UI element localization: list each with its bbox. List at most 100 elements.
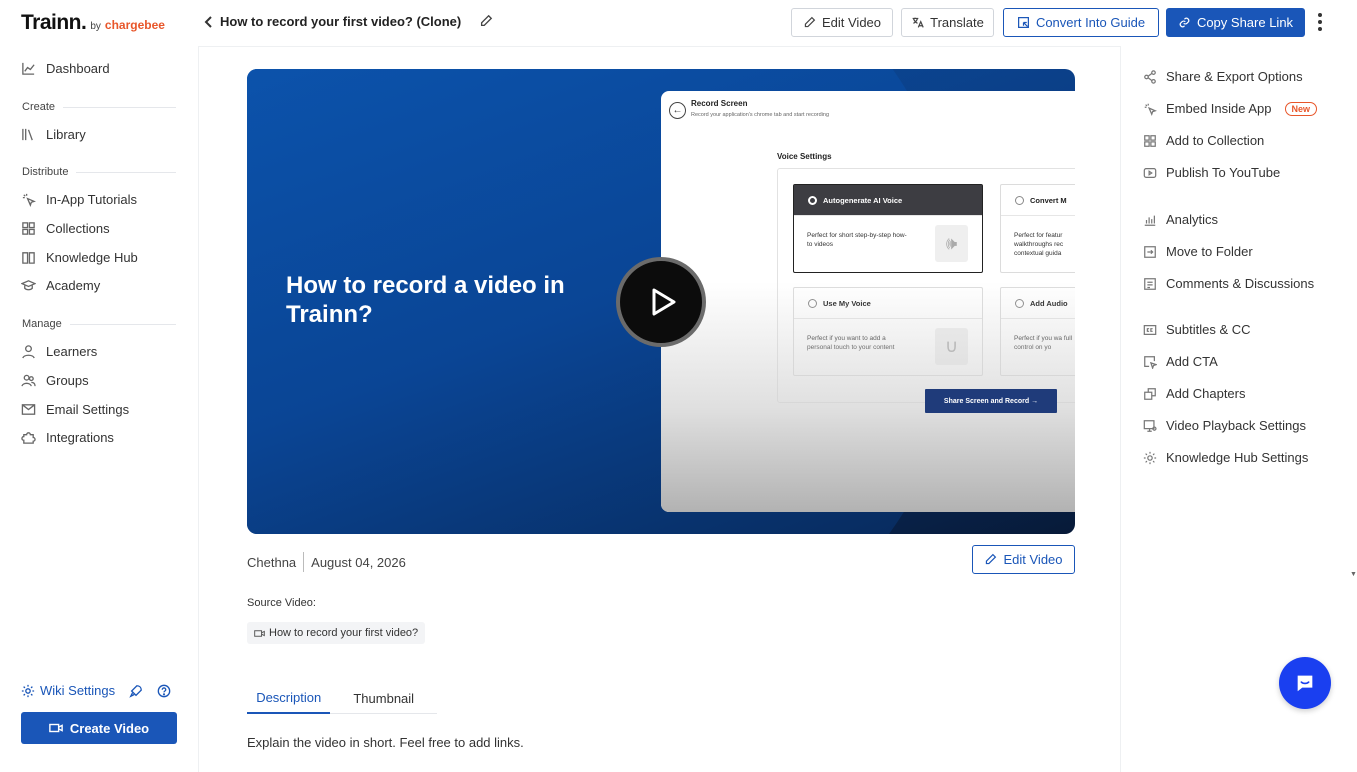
section-distribute: Distribute bbox=[22, 166, 176, 178]
convert-into-guide-button[interactable]: Convert Into Guide bbox=[1003, 8, 1159, 37]
mock-back-icon: ← bbox=[669, 102, 686, 119]
sidebar-item-learners[interactable]: Learners bbox=[21, 344, 97, 359]
play-button[interactable] bbox=[616, 257, 706, 347]
meta-divider bbox=[303, 552, 305, 572]
convert-label: Convert Into Guide bbox=[1035, 15, 1146, 30]
comments-discussions[interactable]: Comments & Discussions bbox=[1143, 276, 1314, 291]
publish-to-youtube[interactable]: Publish To YouTube bbox=[1143, 165, 1280, 180]
edit-video-top-label: Edit Video bbox=[821, 15, 882, 30]
right-item-label: Embed Inside App bbox=[1166, 101, 1272, 116]
analytics[interactable]: Analytics bbox=[1143, 212, 1218, 227]
scroll-down-icon[interactable]: ▼ bbox=[1350, 571, 1357, 578]
video-camera-icon bbox=[49, 723, 63, 733]
radio-icon bbox=[1015, 195, 1024, 205]
speaker-doc-icon: 🕪 bbox=[935, 225, 968, 262]
logo[interactable]: Trainn. by chargebee bbox=[21, 11, 165, 35]
add-chapters[interactable]: Add Chapters bbox=[1143, 386, 1246, 401]
more-options-icon[interactable] bbox=[1313, 13, 1327, 33]
video-meta: Chethna August 04, 2026 bbox=[247, 552, 406, 572]
description-input[interactable]: Explain the video in short. Feel free to… bbox=[247, 735, 524, 750]
sidebar-item-label: Knowledge Hub bbox=[46, 250, 138, 265]
edit-video-top-button[interactable]: Edit Video bbox=[791, 8, 893, 37]
right-item-label: Knowledge Hub Settings bbox=[1166, 450, 1309, 465]
sidebar-item-integrations[interactable]: Integrations bbox=[21, 430, 114, 445]
sidebar-item-knowledge-hub[interactable]: Knowledge Hub bbox=[21, 250, 138, 265]
edit-video-button[interactable]: Edit Video bbox=[972, 545, 1075, 574]
sidebar-item-dashboard[interactable]: Dashboard bbox=[21, 61, 110, 76]
rocket-icon[interactable] bbox=[129, 684, 143, 698]
add-to-collection[interactable]: Add to Collection bbox=[1143, 133, 1264, 148]
wiki-row: Wiki Settings bbox=[21, 683, 171, 698]
chat-widget-button[interactable] bbox=[1279, 657, 1331, 709]
sidebar-item-in-app-tutorials[interactable]: In-App Tutorials bbox=[21, 192, 137, 207]
guide-icon bbox=[1017, 17, 1029, 28]
kebab-dot bbox=[1318, 13, 1322, 17]
sidebar-item-email-settings[interactable]: Email Settings bbox=[21, 402, 129, 417]
mock-card-header: Convert M bbox=[1001, 185, 1075, 216]
source-video-name: How to record your first video? bbox=[269, 627, 419, 639]
translate-button[interactable]: Translate bbox=[901, 8, 994, 37]
cursor-click-icon bbox=[1144, 103, 1157, 116]
video-heading: How to record a video in Trainn? bbox=[286, 272, 565, 328]
right-item-label: Publish To YouTube bbox=[1166, 165, 1281, 180]
sidebar-item-label: Groups bbox=[46, 373, 89, 388]
mock-card-body: Perfect for short step-by-step how-to vi… bbox=[807, 232, 907, 248]
sidebar-item-collections[interactable]: Collections bbox=[21, 221, 110, 236]
link-icon bbox=[1179, 17, 1190, 28]
move-to-folder[interactable]: Move to Folder bbox=[1143, 244, 1253, 259]
mock-card-body: Perfect if you want to add a personal to… bbox=[807, 335, 895, 351]
back-button[interactable] bbox=[202, 14, 216, 30]
copy-link-label: Copy Share Link bbox=[1196, 15, 1294, 30]
mock-card-title: Autogenerate AI Voice bbox=[823, 195, 903, 205]
share-export-options[interactable]: Share & Export Options bbox=[1143, 69, 1303, 84]
video-player[interactable]: How to record a video in Trainn? ← Recor… bbox=[247, 69, 1075, 534]
play-icon bbox=[652, 288, 676, 316]
mock-card-header: Autogenerate AI Voice bbox=[794, 185, 982, 216]
wiki-settings-link[interactable]: Wiki Settings bbox=[21, 683, 115, 698]
closed-caption-icon bbox=[1143, 324, 1157, 335]
sidebar-item-academy[interactable]: Academy bbox=[21, 278, 100, 293]
subtitles-cc[interactable]: Subtitles & CC bbox=[1143, 322, 1251, 337]
gear-icon bbox=[1143, 451, 1157, 464]
chevron-left-icon bbox=[204, 16, 212, 28]
pencil-icon bbox=[986, 553, 997, 565]
monitor-settings-icon bbox=[1143, 419, 1157, 432]
video-camera-icon bbox=[254, 629, 265, 637]
sidebar-item-groups[interactable]: Groups bbox=[21, 373, 89, 388]
right-item-label: Move to Folder bbox=[1166, 244, 1253, 259]
sidebar-item-label: Learners bbox=[46, 344, 98, 359]
mock-card-title: Add Audio bbox=[1030, 298, 1068, 308]
sidebar-item-library[interactable]: Library bbox=[21, 127, 86, 142]
source-video-link[interactable]: How to record your first video? bbox=[247, 622, 426, 644]
video-playback-settings[interactable]: Video Playback Settings bbox=[1143, 418, 1306, 433]
copy-share-link-button[interactable]: Copy Share Link bbox=[1166, 8, 1305, 37]
grid-icon bbox=[22, 222, 35, 235]
mock-card-title: Use My Voice bbox=[823, 298, 871, 308]
create-video-button[interactable]: Create Video bbox=[21, 712, 177, 744]
edit-title-button[interactable] bbox=[479, 14, 493, 33]
right-item-label: Add to Collection bbox=[1166, 133, 1265, 148]
cta-icon bbox=[1144, 355, 1157, 369]
wiki-settings-label: Wiki Settings bbox=[40, 683, 116, 698]
help-icon[interactable] bbox=[157, 684, 171, 698]
mock-share-screen-button: Share Screen and Record → bbox=[925, 389, 1057, 413]
pencil-icon bbox=[480, 14, 493, 27]
knowledge-hub-settings[interactable]: Knowledge Hub Settings bbox=[1143, 450, 1308, 465]
bar-chart-icon bbox=[1144, 215, 1156, 226]
move-icon bbox=[1144, 245, 1156, 258]
puzzle-icon bbox=[21, 432, 36, 444]
sidebar: Trainn. by chargebee Dashboard Create Li… bbox=[0, 0, 198, 772]
tab-thumbnail[interactable]: Thumbnail bbox=[330, 683, 437, 714]
translate-icon bbox=[912, 17, 924, 28]
mock-voice-settings: Voice Settings bbox=[777, 152, 832, 161]
author-name: Chethna bbox=[247, 554, 297, 570]
embed-inside-app[interactable]: Embed Inside App New bbox=[1143, 101, 1318, 116]
add-cta[interactable]: Add CTA bbox=[1143, 354, 1218, 369]
video-date: August 04, 2026 bbox=[311, 554, 406, 570]
right-item-label: Add Chapters bbox=[1166, 386, 1246, 401]
mock-card-my-voice: Use My Voice Perfect if you want to add … bbox=[793, 287, 983, 376]
source-video-label: Source Video: bbox=[247, 597, 316, 609]
sidebar-item-label: Academy bbox=[46, 278, 101, 293]
graduation-cap-icon bbox=[21, 280, 36, 291]
tab-description[interactable]: Description bbox=[247, 683, 331, 714]
